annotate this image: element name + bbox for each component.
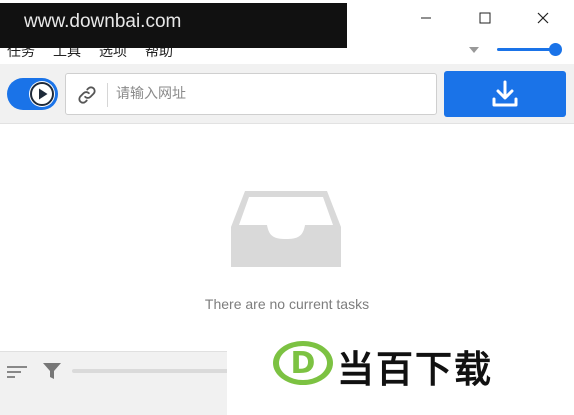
inbox-tray-icon <box>231 191 341 267</box>
watermark-banner: www.downbai.com <box>0 3 347 48</box>
logo-text: 当百下载 <box>337 348 493 391</box>
logo-mark-icon: D <box>273 341 333 385</box>
empty-message: There are no current tasks <box>204 296 370 312</box>
close-button[interactable] <box>523 4 563 32</box>
start-toggle[interactable] <box>7 78 58 110</box>
minimize-icon <box>421 17 431 19</box>
toolbar <box>0 64 574 124</box>
minimize-button[interactable] <box>406 4 446 32</box>
toggle-knob <box>29 81 55 107</box>
link-icon <box>78 86 96 104</box>
bottom-progress-track <box>72 369 232 373</box>
site-logo: D 当百下载 <box>227 313 574 415</box>
play-icon <box>30 82 54 106</box>
sort-icon[interactable] <box>6 364 28 380</box>
url-separator <box>107 83 108 107</box>
url-box <box>65 73 437 115</box>
chevron-down-icon[interactable] <box>469 47 479 53</box>
url-input[interactable] <box>116 80 426 108</box>
maximize-icon <box>479 12 491 24</box>
download-icon <box>492 80 518 107</box>
logo-mark-letter: D <box>291 346 316 381</box>
watermark-text: www.downbai.com <box>24 11 182 32</box>
close-icon <box>537 12 549 24</box>
filter-icon[interactable] <box>42 361 62 381</box>
download-button[interactable] <box>444 71 566 117</box>
maximize-button[interactable] <box>465 4 505 32</box>
